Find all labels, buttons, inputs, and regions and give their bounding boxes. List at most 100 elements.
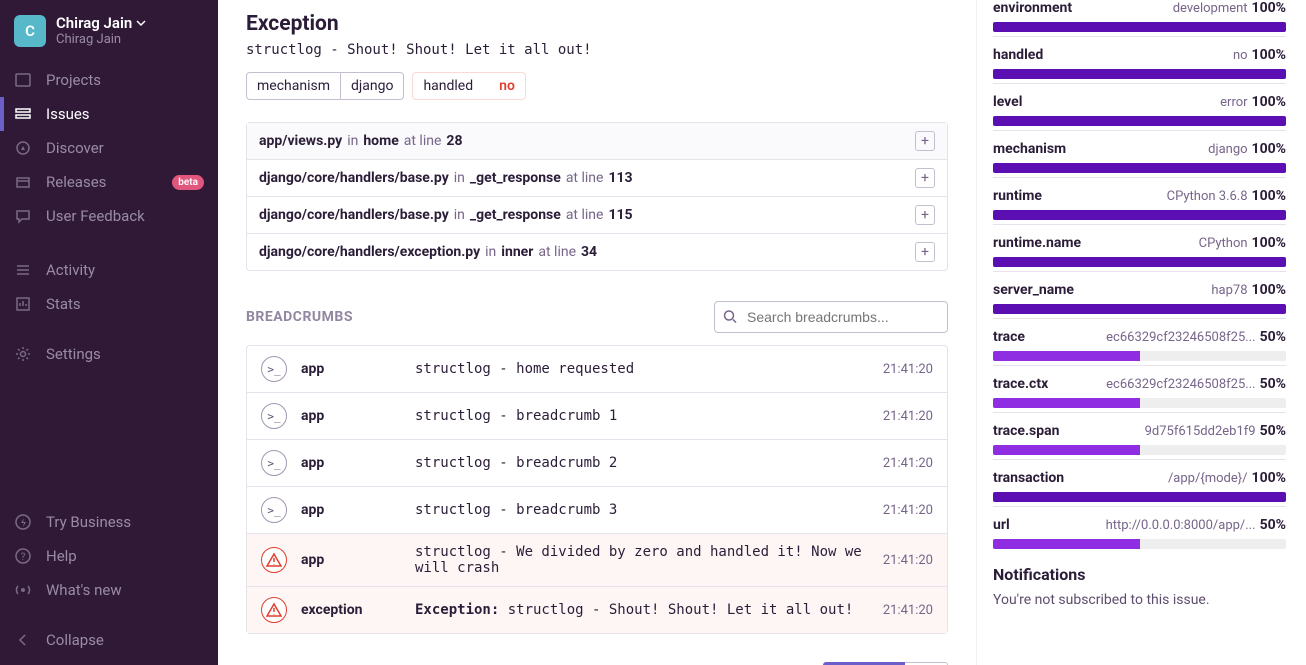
tag-name: trace <box>993 329 1025 345</box>
breadcrumb-row[interactable]: >_ app structlog - breadcrumb 3 21:41:20 <box>247 487 947 534</box>
breadcrumb-category: app <box>301 502 401 518</box>
sidebar-item-settings[interactable]: Settings <box>0 337 218 371</box>
tag-mechanism-value[interactable]: django <box>341 72 404 100</box>
tag-row[interactable]: traceec66329cf23246508f25...50% <box>993 318 1286 365</box>
tag-bar <box>993 163 1286 173</box>
tag-row[interactable]: environmentdevelopment100% <box>993 0 1286 36</box>
tag-name: runtime.name <box>993 235 1081 251</box>
user-name: Chirag Jain <box>56 14 132 32</box>
sidebar-item-whats-new[interactable]: What's new <box>0 573 218 607</box>
breadcrumb-time: 21:41:20 <box>883 503 933 518</box>
breadcrumb-row[interactable]: exceptionException: structlog - Shout! S… <box>247 587 947 633</box>
search-input[interactable] <box>714 301 948 333</box>
stack-frame[interactable]: django/core/handlers/exception.pyininner… <box>247 234 947 270</box>
breadcrumb-message: structlog - breadcrumb 3 <box>415 502 869 518</box>
sidebar-item-help[interactable]: ? Help <box>0 539 218 573</box>
sidebar-item-feedback[interactable]: User Feedback <box>0 199 218 233</box>
user-menu[interactable]: C Chirag Jain Chirag Jain <box>0 8 218 59</box>
breadcrumb-message: structlog - breadcrumb 1 <box>415 408 869 424</box>
tag-bar <box>993 539 1286 549</box>
sidebar-item-releases[interactable]: Releases beta <box>0 165 218 199</box>
sidebar-item-issues[interactable]: Issues <box>0 97 218 131</box>
tag-row[interactable]: runtime.nameCPython100% <box>993 224 1286 271</box>
warning-icon <box>261 547 287 573</box>
tags-panel: environmentdevelopment100% handled no 100% l… <box>976 0 1306 665</box>
tag-bar <box>993 116 1286 126</box>
tag-value: /app/{mode}/ <box>1168 471 1248 486</box>
tag-percent: 100% <box>1252 470 1286 486</box>
sidebar-item-activity[interactable]: Activity <box>0 253 218 287</box>
breadcrumb-time: 21:41:20 <box>883 456 933 471</box>
tag-handled[interactable]: handled <box>412 72 483 100</box>
tag-name: transaction <box>993 470 1064 486</box>
tag-bar <box>993 492 1286 502</box>
breadcrumb-category: app <box>301 361 401 377</box>
tag-value: hap78 <box>1211 283 1247 298</box>
tag-bar <box>993 22 1286 32</box>
sidebar-item-collapse[interactable]: Collapse <box>0 623 218 657</box>
breadcrumb-message: structlog - We divided by zero and handl… <box>415 544 869 576</box>
search-icon <box>723 310 738 325</box>
tag-name: mechanism <box>993 141 1066 157</box>
tag-name: server_name <box>993 282 1074 298</box>
tag-value: 9d75f615dd2eb1f9 <box>1145 424 1256 439</box>
feedback-icon <box>14 207 32 225</box>
stack-frames: app/views.pyinhomeat line28 + django/cor… <box>246 122 948 271</box>
tag-bar <box>993 398 1286 408</box>
tag-row[interactable]: handled no 100% <box>993 36 1286 83</box>
tag-percent: 100% <box>1252 141 1286 157</box>
expand-icon[interactable]: + <box>915 242 935 262</box>
sidebar-item-try-business[interactable]: Try Business <box>0 505 218 539</box>
breadcrumb-row[interactable]: >_appstructlog - home requested21:41:20 <box>247 346 947 393</box>
tag-row[interactable]: trace.span9d75f615dd2eb1f950% <box>993 412 1286 459</box>
tag-percent: 50% <box>1260 423 1286 439</box>
stack-frame[interactable]: django/core/handlers/base.pyin_get_respo… <box>247 160 947 197</box>
tag-row[interactable]: runtimeCPython 3.6.8100% <box>993 177 1286 224</box>
tag-mechanism[interactable]: mechanism <box>246 72 341 100</box>
tag-row[interactable]: urlhttp://0.0.0.0:8000/app/...50% <box>993 506 1286 553</box>
tag-row[interactable]: mechanismdjango100% <box>993 130 1286 177</box>
terminal-icon: >_ <box>261 403 287 429</box>
tag-name: trace.ctx <box>993 376 1048 392</box>
breadcrumbs-title: BREADCRUMBS <box>246 309 353 325</box>
sidebar-item-projects[interactable]: Projects <box>0 63 218 97</box>
terminal-icon: >_ <box>261 450 287 476</box>
tag-name: handled <box>993 47 1043 63</box>
expand-icon[interactable]: + <box>915 131 935 151</box>
tag-value: no <box>1233 48 1248 63</box>
breadcrumb-category: app <box>301 408 401 424</box>
discover-icon <box>14 139 32 157</box>
tag-percent: 100% <box>1252 47 1286 63</box>
issues-icon <box>14 105 32 123</box>
avatar: C <box>14 15 46 47</box>
breadcrumb-row[interactable]: >_ app structlog - breadcrumb 2 21:41:20 <box>247 440 947 487</box>
breadcrumb-category: app <box>301 455 401 471</box>
tag-row[interactable]: transaction/app/{mode}/ 100% <box>993 459 1286 506</box>
tag-bar <box>993 210 1286 220</box>
breadcrumb-time: 21:41:20 <box>883 362 933 377</box>
beta-badge: beta <box>172 175 204 190</box>
tag-bar <box>993 304 1286 314</box>
tag-row[interactable]: trace.ctxec66329cf23246508f25...50% <box>993 365 1286 412</box>
tag-row[interactable]: server_namehap78100% <box>993 271 1286 318</box>
tag-handled-value[interactable]: no <box>483 72 526 100</box>
sidebar-item-discover[interactable]: Discover <box>0 131 218 165</box>
breadcrumb-row[interactable]: app structlog - We divided by zero and ha… <box>247 534 947 587</box>
expand-icon[interactable]: + <box>915 205 935 225</box>
breadcrumb-row[interactable]: >_appstructlog - breadcrumb 121:41:20 <box>247 393 947 440</box>
tag-value: ec66329cf23246508f25... <box>1106 330 1255 345</box>
terminal-icon: >_ <box>261 356 287 382</box>
breadcrumb-message: structlog - breadcrumb 2 <box>415 455 869 471</box>
user-org: Chirag Jain <box>56 32 146 47</box>
tag-value: CPython 3.6.8 <box>1167 189 1248 204</box>
projects-icon <box>14 71 32 89</box>
tag-row[interactable]: levelerror100% <box>993 83 1286 130</box>
expand-icon[interactable]: + <box>915 168 935 188</box>
stack-frame[interactable]: app/views.pyinhomeat line28 + <box>247 123 947 160</box>
breadcrumb-category: app <box>301 552 401 568</box>
tag-percent: 100% <box>1252 188 1286 204</box>
sidebar-item-stats[interactable]: Stats <box>0 287 218 321</box>
tag-percent: 50% <box>1260 517 1286 533</box>
terminal-icon: >_ <box>261 497 287 523</box>
stack-frame[interactable]: django/core/handlers/base.pyin_get_respo… <box>247 197 947 234</box>
